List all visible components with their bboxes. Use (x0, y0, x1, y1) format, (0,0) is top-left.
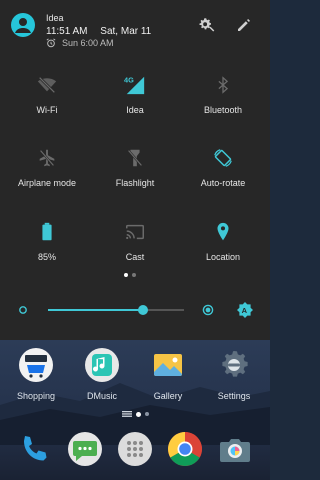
tile-label: Idea (126, 105, 144, 115)
date-time[interactable]: 11:51 AM Sat, Mar 11 (46, 26, 151, 37)
jiosaavn-icon (85, 348, 119, 382)
tile-label: Location (205, 252, 241, 262)
quick-settings-panel: Idea 11:51 AM Sat, Mar 11 Sun 6:00 AM Wi… (0, 0, 270, 340)
cast-icon (124, 221, 146, 243)
account-circle-icon[interactable] (11, 13, 35, 37)
next-alarm[interactable]: Sun 6:00 AM (46, 38, 114, 48)
auto-brightness-icon[interactable]: A (236, 301, 254, 319)
phone-icon[interactable] (14, 430, 52, 468)
app-gallery[interactable]: Gallery (138, 344, 198, 404)
brightness-high-icon (202, 304, 214, 316)
status-header: Idea 11:51 AM Sat, Mar 11 Sun 6:00 AM (0, 0, 270, 58)
settings-icon (217, 348, 251, 382)
tile-label: Wi-Fi (36, 105, 58, 115)
tile-label: Cast (125, 252, 145, 262)
messages-icon[interactable] (66, 430, 104, 468)
page-dot-active (124, 273, 128, 277)
date-text: Sat, Mar 11 (100, 26, 152, 37)
camera-icon[interactable] (216, 430, 254, 468)
app-label: Settings (217, 391, 251, 401)
tile-label: Flashlight (115, 178, 155, 188)
amazon-shopping-icon (19, 348, 53, 382)
airplane-icon (36, 147, 58, 169)
svg-text:4G: 4G (124, 75, 134, 84)
tile-wifi[interactable]: Wi-Fi (2, 74, 92, 124)
tile-label: 85% (37, 252, 56, 262)
carrier-name: Idea (46, 13, 64, 23)
app-drawer-icon[interactable] (116, 430, 154, 468)
clock-time: 11:51 AM (46, 26, 88, 37)
location-pin-icon (212, 221, 234, 243)
app-settings[interactable]: Settings (204, 344, 264, 404)
tile-flashlight[interactable]: Flashlight (90, 147, 180, 197)
page-dot (132, 273, 136, 277)
app-dmusic[interactable]: DMusic (72, 344, 132, 404)
gear-wrench-icon[interactable] (198, 16, 216, 34)
brightness-thumb[interactable] (138, 305, 149, 315)
brightness-fill (48, 309, 144, 311)
flashlight-icon (124, 147, 146, 169)
tile-location[interactable]: Location (178, 221, 268, 271)
brightness-low-icon (19, 306, 27, 314)
brightness-slider[interactable]: A (0, 296, 270, 324)
tile-label: Bluetooth (203, 105, 243, 115)
alarm-clock-icon (46, 38, 56, 48)
tile-auto-rotate[interactable]: Auto-rotate (178, 147, 268, 197)
home-page-indicator (122, 411, 149, 417)
app-label: DMusic (86, 391, 117, 401)
auto-rotate-icon (212, 147, 234, 169)
svg-text:A: A (242, 306, 248, 315)
alarm-time: Sun 6:00 AM (62, 38, 114, 48)
all-pages-icon (122, 411, 132, 417)
battery-icon (36, 221, 58, 243)
cellular-4g-icon: 4G (124, 74, 146, 96)
tile-airplane[interactable]: Airplane mode (2, 147, 92, 197)
home-dot (145, 412, 149, 416)
tile-bluetooth[interactable]: Bluetooth (178, 74, 268, 124)
app-label: Shopping (16, 391, 56, 401)
tile-cellular[interactable]: 4G Idea (90, 74, 180, 124)
home-dot-active (136, 411, 141, 417)
tile-label: Airplane mode (17, 178, 77, 188)
page-indicator (124, 273, 140, 277)
app-label: Gallery (153, 391, 183, 401)
pencil-icon[interactable] (235, 16, 253, 34)
home-screen: Shopping DMusic Gallery Settings (0, 340, 270, 480)
tile-battery[interactable]: 85% (2, 221, 92, 271)
brightness-track[interactable] (48, 305, 184, 315)
bluetooth-icon (212, 74, 234, 96)
app-shopping[interactable]: Shopping (6, 344, 66, 404)
tile-label: Auto-rotate (200, 178, 246, 188)
chrome-icon[interactable] (166, 430, 204, 468)
tile-cast[interactable]: Cast (90, 221, 180, 271)
wifi-off-icon (36, 74, 58, 96)
gallery-icon (151, 348, 185, 382)
